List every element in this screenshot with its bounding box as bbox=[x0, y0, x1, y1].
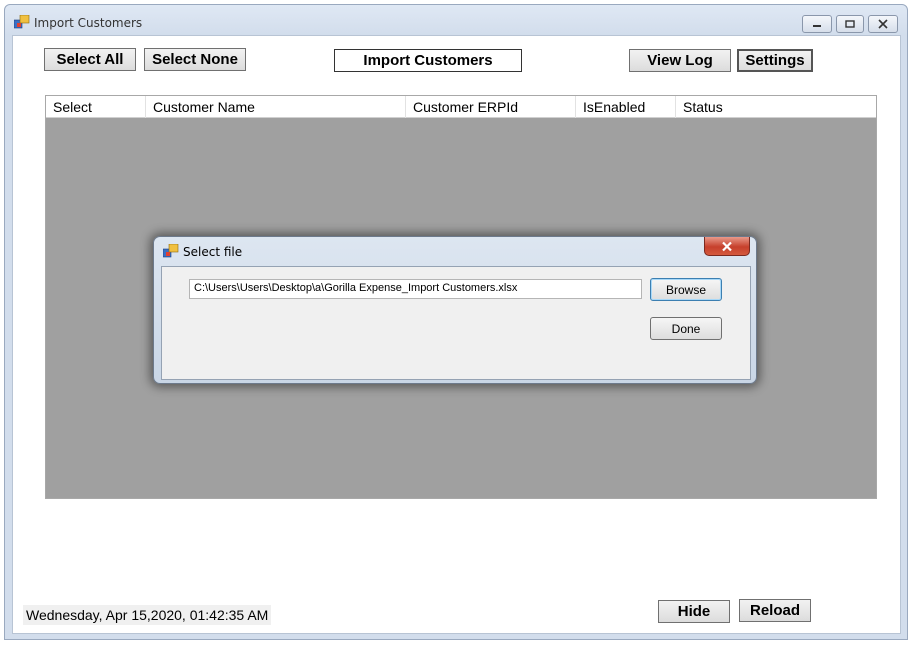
restore-button[interactable] bbox=[836, 15, 864, 33]
window-title: Import Customers bbox=[34, 16, 143, 30]
hide-button[interactable]: Hide bbox=[658, 600, 730, 623]
dialog-window-icon bbox=[163, 244, 179, 258]
datetime-label: Wednesday, Apr 15,2020, 01:42:35 AM bbox=[23, 605, 272, 625]
close-icon bbox=[722, 241, 732, 251]
import-customers-button[interactable]: Import Customers bbox=[334, 49, 522, 72]
close-icon bbox=[878, 19, 888, 29]
minimize-button[interactable] bbox=[802, 15, 832, 33]
column-header-status[interactable]: Status bbox=[676, 96, 876, 118]
view-log-button[interactable]: View Log bbox=[629, 49, 731, 72]
column-header-isenabled[interactable]: IsEnabled bbox=[576, 96, 676, 118]
dialog-client-area: C:\Users\Users\Desktop\a\Gorilla Expense… bbox=[161, 266, 751, 380]
select-none-button[interactable]: Select None bbox=[144, 48, 246, 71]
select-all-button[interactable]: Select All bbox=[44, 48, 136, 71]
select-file-dialog: Select file C:\Users\Users\Desktop\a\Gor… bbox=[153, 236, 757, 384]
file-path-input[interactable]: C:\Users\Users\Desktop\a\Gorilla Expense… bbox=[189, 279, 642, 299]
done-button[interactable]: Done bbox=[650, 317, 722, 340]
settings-button[interactable]: Settings bbox=[737, 49, 813, 72]
grid-header: Select Customer Name Customer ERPId IsEn… bbox=[46, 96, 876, 118]
column-header-customer-erpid[interactable]: Customer ERPId bbox=[406, 96, 576, 118]
browse-button[interactable]: Browse bbox=[650, 278, 722, 301]
column-header-select[interactable]: Select bbox=[46, 96, 146, 118]
dialog-close-button[interactable] bbox=[704, 237, 750, 256]
dialog-title: Select file bbox=[183, 245, 243, 259]
title-bar[interactable]: Import Customers bbox=[5, 5, 907, 35]
minimize-icon bbox=[813, 25, 821, 27]
app-window-icon bbox=[14, 15, 30, 29]
column-header-customer-name[interactable]: Customer Name bbox=[146, 96, 406, 118]
close-window-button[interactable] bbox=[868, 15, 898, 33]
reload-button[interactable]: Reload bbox=[739, 599, 811, 622]
restore-icon bbox=[845, 20, 855, 28]
